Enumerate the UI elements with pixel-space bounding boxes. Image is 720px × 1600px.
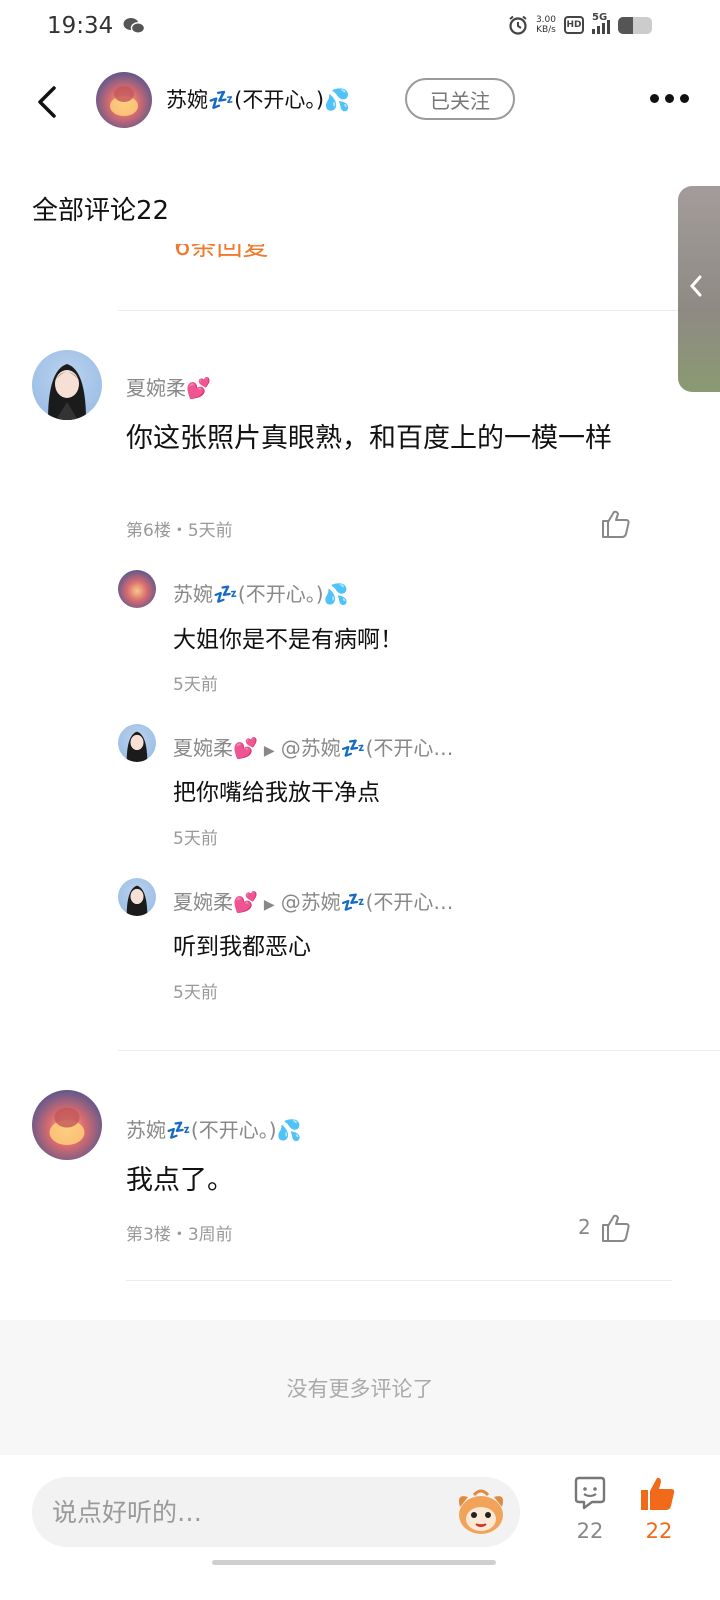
divider — [126, 1280, 672, 1281]
reply-user-name[interactable]: 夏婉柔💕 — [173, 890, 258, 914]
like-count: 2 — [578, 1215, 591, 1239]
like-total-count: 22 — [645, 1519, 673, 1543]
thumbs-up-filled-icon[interactable] — [638, 1475, 676, 1513]
partial-reply-link[interactable]: 6条回复 — [174, 244, 314, 264]
reply-text: 把你嘴给我放干净点 — [173, 780, 380, 806]
reply-user-line: 夏婉柔💕 ▶ @苏婉💤(不开心… — [173, 732, 453, 761]
comment-text: 我点了。 — [126, 1165, 234, 1196]
battery-icon — [618, 16, 652, 34]
battery-level — [618, 16, 634, 34]
reply-time: 5天前 — [173, 829, 218, 849]
status-bar: 19:34 3.00 KB/s HD 5G — [0, 0, 720, 56]
commenter-avatar[interactable] — [32, 350, 102, 420]
reply-arrow-icon: ▶ — [263, 743, 275, 759]
no-more-comments: 没有更多评论了 — [0, 1320, 720, 1455]
back-arrow-icon[interactable] — [30, 82, 64, 122]
reply-avatar[interactable] — [118, 878, 156, 916]
net-speed-unit: KB/s — [536, 25, 556, 35]
commenter-name[interactable]: 苏婉💤(不开心。)💦 — [126, 1114, 301, 1143]
chevron-left-icon — [689, 275, 702, 297]
more-options-icon[interactable] — [650, 94, 689, 103]
divider — [118, 310, 678, 311]
author-avatar[interactable] — [96, 72, 152, 128]
thumbs-up-icon[interactable] — [600, 1212, 632, 1244]
reply-text: 听到我都恶心 — [173, 934, 311, 960]
reply-to-mention[interactable]: @苏婉💤(不开心… — [281, 890, 454, 914]
wechat-icon — [123, 17, 146, 39]
reply-to-mention[interactable]: @苏婉💤(不开心… — [281, 736, 454, 760]
home-indicator[interactable] — [212, 1560, 496, 1565]
author-name[interactable]: 苏婉💤(不开心。)💦 — [166, 84, 350, 114]
reply-avatar[interactable] — [118, 570, 156, 608]
top-nav-bar: 苏婉💤(不开心。)💦 已关注 — [0, 56, 720, 146]
hd-badge: HD — [564, 16, 584, 34]
signal-group: 5G — [592, 12, 610, 34]
side-drawer-tab[interactable] — [678, 186, 720, 392]
reply-user-name[interactable]: 夏婉柔💕 — [173, 736, 258, 760]
status-time: 19:34 — [47, 13, 114, 39]
reply-user-name[interactable]: 苏婉💤(不开心。)💦 — [173, 578, 348, 607]
commenter-name[interactable]: 夏婉柔💕 — [126, 372, 211, 401]
net-speed-value: 3.00 — [535, 15, 556, 25]
comments-count-title: 全部评论22 — [32, 196, 170, 226]
comment-count: 22 — [576, 1519, 604, 1543]
thumbs-up-icon[interactable] — [600, 508, 632, 540]
net-speed: 3.00 KB/s — [536, 15, 556, 35]
status-indicators: 3.00 KB/s HD 5G — [508, 12, 652, 35]
comment-input-container[interactable] — [32, 1477, 520, 1547]
alarm-icon — [509, 15, 527, 35]
comment-meta: 第3楼・3周前 — [126, 1225, 233, 1245]
reply-time: 5天前 — [173, 675, 218, 695]
comment-bubble-icon[interactable] — [572, 1475, 608, 1511]
reply-time: 5天前 — [173, 983, 218, 1003]
comment-meta: 第6楼・5天前 — [126, 521, 233, 541]
reply-user-line: 夏婉柔💕 ▶ @苏婉💤(不开心… — [173, 886, 453, 915]
reply-text: 大姐你是不是有病啊！ — [173, 627, 403, 653]
comment-input[interactable] — [52, 1477, 452, 1547]
divider — [118, 1050, 720, 1051]
commenter-avatar[interactable] — [32, 1090, 102, 1160]
emoji-mascot-icon[interactable] — [454, 1485, 508, 1539]
network-type: 5G — [592, 12, 608, 23]
no-more-text: 没有更多评论了 — [286, 1376, 434, 1401]
bottom-input-bar: 22 22 — [0, 1455, 720, 1600]
partial-reply-text: 6条回复 — [174, 244, 269, 262]
reply-avatar[interactable] — [118, 724, 156, 762]
comment-text: 你这张照片真眼熟，和百度上的一模一样 — [126, 423, 612, 454]
reply-arrow-icon: ▶ — [263, 897, 275, 913]
follow-button[interactable]: 已关注 — [405, 78, 515, 120]
